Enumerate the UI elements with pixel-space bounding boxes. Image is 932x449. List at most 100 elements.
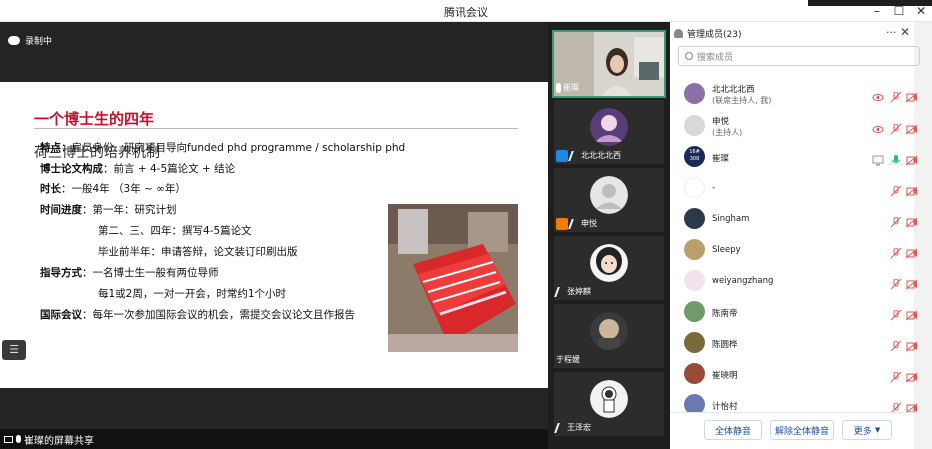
more-button[interactable]: 更多 ▼	[842, 420, 892, 440]
mic-muted-icon[interactable]	[890, 120, 902, 135]
mic-muted-icon[interactable]	[890, 213, 902, 228]
panel-action-bar: 全体静音 解除全体静音 更多 ▼	[670, 412, 914, 449]
slide-bullet-text: 前言 + 4-5篇论文 + 结论	[113, 163, 236, 175]
mic-muted-icon	[554, 286, 567, 297]
member-row[interactable]: 申悦 (主持人)	[682, 114, 918, 138]
video-tile[interactable]: 张婷麒	[554, 236, 664, 300]
slide-bullet-separator: ：	[82, 309, 93, 321]
mic-muted-icon[interactable]	[890, 182, 902, 197]
camera-off-icon[interactable]	[905, 151, 918, 166]
slide-bullet-line: 国际会议：每年一次参加国际会议的机会，需提交会议论文且作报告	[40, 307, 355, 322]
recording-badge[interactable]: 录制中	[8, 30, 52, 50]
mic-icon[interactable]	[890, 151, 902, 164]
person-icon	[674, 28, 683, 38]
camera-off-icon[interactable]	[905, 244, 918, 259]
tile-name: 北北北北西	[581, 151, 621, 160]
slide-bullet-text: 每年一次参加国际会议的机会，需提交会议论文且作报告	[92, 309, 356, 321]
member-name: 崔璨	[712, 154, 730, 164]
slide-bullet-separator: ：	[61, 142, 72, 154]
video-tile-column: 崔璨 北北北北西 申悦 张婷麒 于程媛 王泽宏	[548, 22, 670, 449]
camera-off-icon[interactable]	[905, 306, 918, 321]
member-name: weiyangzhang	[712, 276, 774, 286]
slide-photo	[388, 204, 518, 352]
slide-bullet-line: 时间进度：第一年：研究计划	[40, 202, 177, 217]
slide-bullet-line: 特点：雇员身份、研究项目导向funded phd programme / sch…	[40, 140, 405, 155]
camera-off-icon[interactable]	[905, 182, 918, 197]
eye-icon[interactable]	[872, 120, 884, 133]
avatar: 16# 308	[684, 146, 705, 167]
member-row[interactable]: 16# 308 崔璨	[682, 145, 918, 169]
slide-bullet-label: 特点	[40, 142, 61, 154]
avatar	[590, 244, 628, 282]
mic-muted-icon[interactable]	[890, 244, 902, 259]
camera-off-icon[interactable]	[905, 275, 918, 290]
maximize-icon[interactable]: ☐	[890, 2, 908, 20]
camera-off-icon[interactable]	[905, 213, 918, 228]
camera-off-icon[interactable]	[905, 88, 918, 103]
panel-scroll-gutter[interactable]	[914, 22, 932, 449]
tile-name: 崔璨	[563, 83, 579, 92]
camera-off-icon[interactable]	[905, 337, 918, 352]
avatar	[684, 208, 705, 229]
mic-muted-icon[interactable]	[890, 399, 902, 414]
list-toggle-button[interactable]: ☰	[2, 340, 26, 360]
mic-muted-icon[interactable]	[890, 306, 902, 321]
search-placeholder: 搜索成员	[697, 52, 734, 63]
member-row[interactable]: weiyangzhang	[682, 269, 918, 293]
mic-muted-icon[interactable]	[890, 337, 902, 352]
tile-name: 申悦	[581, 219, 597, 228]
member-row[interactable]: 崔晓明	[682, 362, 918, 386]
video-tile[interactable]: 于程媛	[554, 304, 664, 368]
mic-muted-icon[interactable]	[890, 275, 902, 290]
tile-name: 张婷麒	[567, 287, 591, 296]
slide-bullet-line: 毕业前半年：申请答辩，论文装订印刷出版	[98, 244, 298, 259]
screen-share-icon	[872, 151, 884, 166]
avatar	[684, 301, 705, 322]
member-name: Sleepy	[712, 245, 741, 255]
avatar	[684, 177, 705, 198]
member-search-input[interactable]: 搜索成员	[678, 46, 920, 66]
slide-bullet-text: 雇员身份、研究项目导向funded phd programme / schola…	[71, 142, 406, 154]
video-tile[interactable]: 申悦	[554, 168, 664, 232]
avatar	[684, 115, 705, 136]
tile-name: 于程媛	[556, 355, 580, 364]
avatar	[684, 332, 705, 353]
video-tile[interactable]: 王泽宏	[554, 372, 664, 436]
slide-bullet-line: 每1或2周，一对一开会，时常约1个小时	[98, 286, 286, 301]
avatar	[590, 312, 628, 350]
slide-title: 一个博士生的四年	[34, 110, 155, 128]
camera-off-icon[interactable]	[905, 120, 918, 135]
window-title: 腾讯会议	[444, 6, 488, 19]
close-panel-icon[interactable]: ✕	[900, 25, 910, 39]
minimize-icon[interactable]: –	[868, 2, 886, 20]
mic-icon	[16, 435, 21, 443]
search-icon	[685, 52, 693, 60]
unmute-all-button[interactable]: 解除全体静音	[770, 420, 834, 440]
member-row[interactable]: 陈圆桦	[682, 331, 918, 355]
slide-bullet-line: 博士论文构成：前言 + 4-5篇论文 + 结论	[40, 161, 235, 176]
camera-off-icon[interactable]	[905, 399, 918, 414]
slide-bullet-separator: ：	[103, 163, 114, 175]
video-tile[interactable]: 北北北北西	[554, 100, 664, 164]
mic-muted-icon	[568, 218, 581, 229]
close-icon[interactable]: ✕	[912, 2, 930, 20]
mic-muted-icon[interactable]	[890, 368, 902, 383]
camera-off-icon[interactable]	[905, 368, 918, 383]
avatar	[684, 83, 705, 104]
mute-all-button[interactable]: 全体静音	[704, 420, 762, 440]
eye-icon[interactable]	[872, 88, 884, 101]
avatar-text: 16# 308	[689, 149, 700, 162]
slide-divider	[34, 128, 518, 129]
member-row[interactable]: 陈南帝	[682, 300, 918, 324]
slide-bullet-separator: ：	[82, 204, 93, 216]
share-owner-label: 崔璨的屏幕共享	[24, 435, 94, 447]
member-row[interactable]: 北北北北西 (联席主持人, 我)	[682, 82, 918, 106]
mic-muted-icon[interactable]	[890, 88, 902, 103]
slide-bullet-text: 第二、三、四年：撰写4-5篇论文	[98, 225, 252, 237]
more-options-icon[interactable]: ···	[886, 26, 897, 39]
member-row[interactable]: Sleepy	[682, 238, 918, 262]
member-row[interactable]: Singham	[682, 207, 918, 231]
member-role: (主持人)	[712, 128, 743, 137]
member-row[interactable]: -	[682, 176, 918, 200]
video-tile[interactable]: 崔璨	[552, 30, 666, 98]
